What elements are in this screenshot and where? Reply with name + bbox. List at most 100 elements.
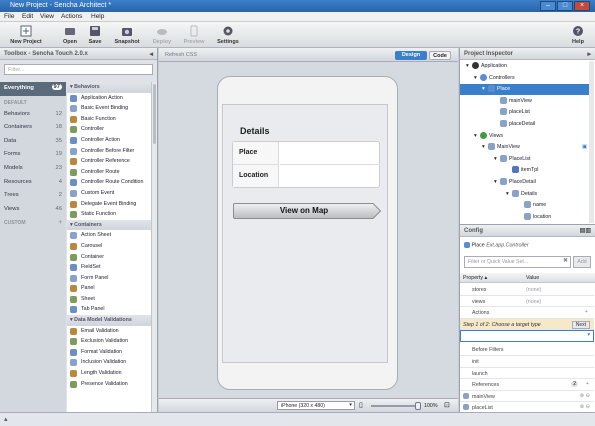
- references-row[interactable]: References 2 +: [460, 379, 594, 391]
- component-item[interactable]: Tab Panel: [67, 304, 151, 315]
- component-item[interactable]: Container: [67, 252, 151, 263]
- maximize-button[interactable]: □: [557, 1, 573, 11]
- component-item[interactable]: Sheet: [67, 294, 151, 305]
- component-list-scrollbar[interactable]: [151, 82, 157, 412]
- target-type-select[interactable]: ▾: [460, 330, 594, 342]
- zoom-slider[interactable]: [371, 405, 421, 407]
- component-group-header[interactable]: ▾ Containers: [67, 219, 151, 231]
- tree-placelist[interactable]: ▾ PlaceList: [460, 154, 589, 165]
- component-item[interactable]: Controller Before Filter: [67, 146, 151, 157]
- deploy-button[interactable]: Deploy: [148, 23, 176, 45]
- category-resources[interactable]: Resources 4: [0, 176, 66, 190]
- menu-actions[interactable]: Actions: [61, 13, 82, 20]
- config-filter-input[interactable]: Filter or Quick Value Set...: [464, 256, 571, 268]
- component-item[interactable]: Basic Function: [67, 114, 151, 125]
- component-item[interactable]: Inclusion Validation: [67, 357, 151, 368]
- tree-views[interactable]: ▾ Views: [460, 131, 589, 142]
- code-tab[interactable]: Code: [429, 51, 451, 60]
- help-button[interactable]: ? Help: [568, 23, 588, 45]
- refresh-css-button[interactable]: Refresh CSS: [165, 52, 197, 58]
- new-project-button[interactable]: New Project: [6, 23, 46, 45]
- collapse-left-icon[interactable]: ◂: [149, 50, 153, 58]
- close-window-button[interactable]: ×: [574, 1, 590, 11]
- tree-application[interactable]: ▾ Application: [460, 61, 589, 72]
- component-item[interactable]: Panel: [67, 283, 151, 294]
- remove-reference-icon[interactable]: ⊗ ⊖: [580, 393, 590, 399]
- chevron-down-icon[interactable]: ▾: [587, 332, 590, 338]
- component-group-header[interactable]: ▾ Behaviors: [67, 82, 151, 93]
- component-item[interactable]: Length Validation: [67, 368, 151, 379]
- component-item[interactable]: Custom Event: [67, 188, 151, 199]
- config-view-toggle-icon[interactable]: ▤▥: [580, 227, 591, 234]
- component-item[interactable]: Static Function: [67, 209, 151, 220]
- category-models[interactable]: Models 23: [0, 162, 66, 176]
- tree-controllers[interactable]: ▾ Controllers: [460, 73, 589, 84]
- component-item[interactable]: Application Action: [67, 93, 151, 104]
- component-group-header[interactable]: ▾ Data Model Validations: [67, 315, 151, 326]
- category-everything[interactable]: Everything 97: [0, 82, 66, 96]
- tree-mainview[interactable]: ▾ MainView ▣: [460, 142, 589, 153]
- toolbox-filter-input[interactable]: Filter...: [4, 64, 153, 75]
- clear-filter-icon[interactable]: ✖: [563, 257, 568, 264]
- property-column-header[interactable]: Property: [463, 275, 483, 281]
- filter-row-launch[interactable]: launch: [460, 368, 594, 380]
- menu-view[interactable]: View: [40, 13, 54, 20]
- minimize-button[interactable]: –: [540, 1, 556, 11]
- value-column-header[interactable]: Value: [526, 275, 539, 281]
- component-item[interactable]: Presence Validation: [67, 379, 151, 390]
- menu-file[interactable]: File: [4, 13, 14, 20]
- design-tab[interactable]: Design: [395, 51, 427, 60]
- component-item[interactable]: Action Sheet: [67, 230, 151, 241]
- tree-itemtpl[interactable]: itemTpl: [460, 165, 589, 176]
- before-filters-row[interactable]: Before Filters: [460, 344, 594, 356]
- component-item[interactable]: Delegate Event Binding: [67, 199, 151, 210]
- preview-button[interactable]: Preview: [180, 23, 208, 45]
- tree-placedetail[interactable]: ▾ PlaceDetail: [460, 177, 589, 188]
- component-item[interactable]: Form Panel: [67, 273, 151, 284]
- component-item[interactable]: Controller Action: [67, 135, 151, 146]
- reference-item[interactable]: mainView ⊗ ⊖: [460, 391, 594, 403]
- device-select[interactable]: iPhone (320 x 480) ▾: [277, 401, 355, 410]
- zoom-slider-handle[interactable]: [415, 402, 421, 410]
- orientation-icon[interactable]: ▯: [359, 401, 363, 409]
- category-behaviors[interactable]: Behaviors 12: [0, 108, 66, 122]
- open-button[interactable]: Open: [58, 23, 82, 45]
- tree-placedetail-ref[interactable]: placeDetail: [460, 119, 589, 130]
- config-add-button[interactable]: Add: [573, 256, 591, 268]
- location-field-input[interactable]: [280, 165, 380, 187]
- settings-button[interactable]: Settings: [213, 23, 243, 45]
- component-item[interactable]: Controller Route: [67, 167, 151, 178]
- next-button[interactable]: Next: [571, 320, 590, 329]
- expand-status-icon[interactable]: ▴: [4, 415, 8, 423]
- collapse-right-icon[interactable]: ▸: [587, 50, 591, 58]
- choose-target-step[interactable]: Step 1 of 2: Choose a target type Next: [460, 318, 594, 331]
- component-item[interactable]: Exclusion Validation: [67, 336, 151, 347]
- tree-scrollbar[interactable]: [589, 61, 594, 223]
- view-on-map-button[interactable]: View on Map: [233, 203, 381, 219]
- save-button[interactable]: Save: [84, 23, 106, 45]
- component-item[interactable]: Controller: [67, 124, 151, 135]
- remove-reference-icon[interactable]: ⊗ ⊖: [580, 404, 590, 410]
- tree-name[interactable]: name: [460, 200, 589, 211]
- component-item[interactable]: Basic Event Binding: [67, 103, 151, 114]
- menu-edit[interactable]: Edit: [22, 13, 33, 20]
- component-item[interactable]: Email Validation: [67, 326, 151, 337]
- tree-location[interactable]: location: [460, 212, 589, 223]
- config-row-stores[interactable]: stores (none): [460, 284, 594, 296]
- tree-place[interactable]: ▾ Place: [460, 84, 589, 95]
- tree-details[interactable]: ▾ Details: [460, 189, 589, 200]
- component-item[interactable]: Controller Reference: [67, 156, 151, 167]
- add-action-icon[interactable]: +: [585, 309, 588, 315]
- component-item[interactable]: Format Validation: [67, 347, 151, 358]
- tree-placelist-ref[interactable]: placeList: [460, 107, 589, 118]
- fit-icon[interactable]: ⊡: [444, 401, 450, 409]
- category-trees[interactable]: Trees 2: [0, 189, 66, 203]
- category-forms[interactable]: Forms 19: [0, 148, 66, 162]
- menu-help[interactable]: Help: [91, 13, 104, 20]
- component-item[interactable]: Carousel: [67, 241, 151, 252]
- add-reference-icon[interactable]: +: [586, 381, 589, 387]
- tree-mainview-ref[interactable]: mainView: [460, 96, 589, 107]
- category-views[interactable]: Views 46: [0, 203, 66, 217]
- filter-row-init[interactable]: init: [460, 356, 594, 368]
- snapshot-button[interactable]: Snapshot: [110, 23, 144, 45]
